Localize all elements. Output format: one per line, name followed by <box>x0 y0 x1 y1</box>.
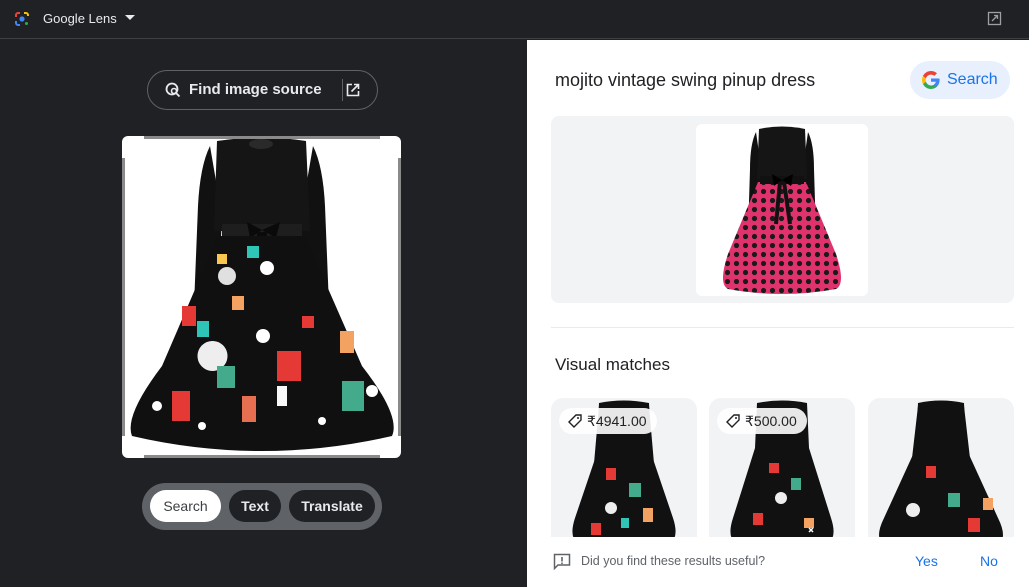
hero-result[interactable] <box>551 116 1014 303</box>
tag-icon <box>726 414 740 428</box>
crop-edge-bottom[interactable] <box>144 455 380 458</box>
query-image <box>122 136 401 458</box>
polka-dot-dress-image <box>723 126 841 294</box>
results-panel: mojito vintage swing pinup dress Search <box>527 40 1029 587</box>
feedback-icon <box>553 553 571 570</box>
price-value: ₹500.00 <box>745 412 797 429</box>
query-image-selection[interactable] <box>122 136 401 458</box>
hero-result-image[interactable] <box>696 124 868 296</box>
query-title: mojito vintage swing pinup dress <box>555 70 816 90</box>
open-in-new-icon[interactable] <box>345 82 361 98</box>
feedback-no-button[interactable]: No <box>980 553 998 569</box>
crop-edge-left[interactable] <box>122 158 125 436</box>
google-search-label: Search <box>947 71 998 88</box>
feedback-question: Did you find these results useful? <box>581 554 766 568</box>
image-search-icon <box>165 82 181 98</box>
price-tag: ₹4941.00 <box>559 408 657 434</box>
app-title: Google Lens <box>43 11 117 26</box>
google-search-button[interactable]: Search <box>910 61 1010 99</box>
find-image-source-label: Find image source <box>189 81 322 98</box>
mode-search-button[interactable]: Search <box>150 490 221 522</box>
visual-matches-title: Visual matches <box>555 355 670 374</box>
crop-edge-top[interactable] <box>144 136 380 139</box>
visual-match-card[interactable] <box>868 398 1014 548</box>
caret-down-icon[interactable] <box>125 15 135 20</box>
divider <box>342 79 343 101</box>
tag-icon <box>568 414 582 428</box>
mode-translate-button[interactable]: Translate <box>289 490 375 522</box>
feedback-yes-button[interactable]: Yes <box>915 553 938 569</box>
feedback-bar: Did you find these results useful? Yes N… <box>527 537 1029 587</box>
visual-match-card[interactable]: ₹500.00 <box>709 398 855 548</box>
price-tag: ₹500.00 <box>717 408 807 434</box>
crop-edge-right[interactable] <box>398 158 401 436</box>
price-value: ₹4941.00 <box>587 412 647 429</box>
match-image <box>879 400 1003 548</box>
query-panel: Find image source Search Text Translate <box>0 40 527 587</box>
mode-text-button[interactable]: Text <box>229 490 281 522</box>
top-bar: Google Lens <box>0 0 1029 39</box>
christmas-dress-image <box>130 137 394 451</box>
google-lens-icon <box>15 12 29 26</box>
mode-selector: Search Text Translate <box>142 483 382 530</box>
google-g-icon <box>922 71 940 89</box>
visual-match-card[interactable]: ₹4941.00 <box>551 398 697 548</box>
section-divider <box>551 327 1014 328</box>
find-image-source-button[interactable]: Find image source <box>147 70 378 110</box>
open-in-new-tab-icon[interactable] <box>987 11 1002 26</box>
